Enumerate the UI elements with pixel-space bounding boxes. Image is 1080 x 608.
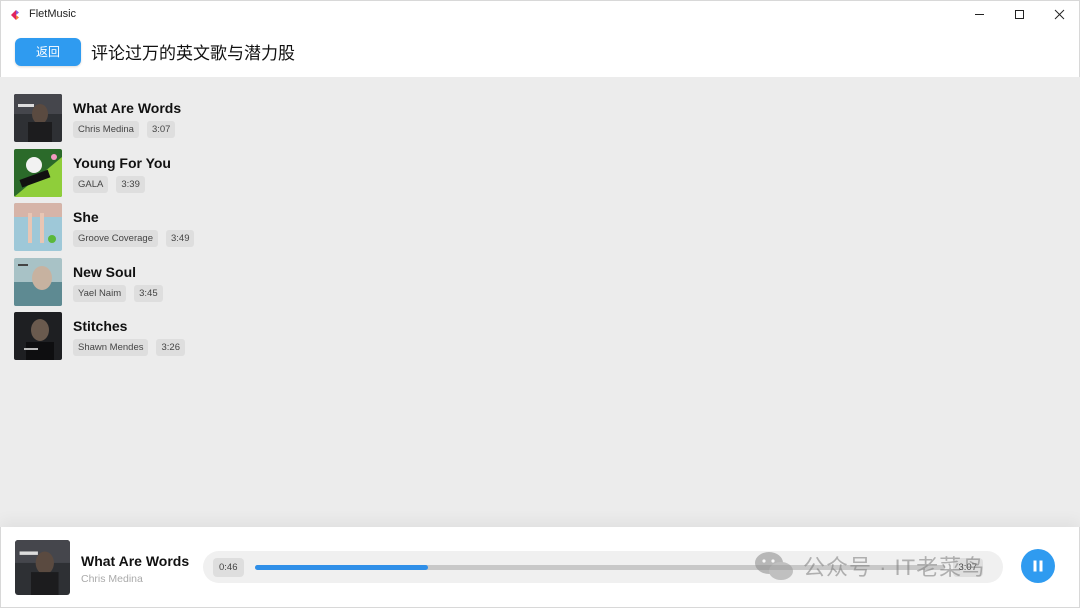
song-list: What Are Words Chris Medina 3:07 Young F…: [14, 94, 202, 367]
song-title: Stitches: [73, 318, 128, 334]
song-item[interactable]: New Soul Yael Naim 3:45: [14, 257, 202, 313]
now-playing-title: What Are Words: [81, 553, 190, 569]
duration-tag: 3:45: [134, 284, 163, 302]
song-item[interactable]: Young For You GALA 3:39: [14, 148, 202, 204]
duration-tag: 3:26: [156, 339, 185, 356]
progress-slider[interactable]: [255, 565, 945, 570]
maximize-button[interactable]: [999, 1, 1039, 27]
album-cover: [14, 312, 62, 360]
artist-tag: Groove Coverage: [73, 230, 158, 247]
song-title: What Are Words: [73, 100, 182, 116]
artist-tag: GALA: [73, 175, 109, 193]
album-cover: [14, 203, 62, 251]
pause-icon: [1033, 560, 1043, 572]
minimize-icon: [974, 13, 984, 15]
flet-logo-icon: [9, 8, 21, 20]
artist-tag: Yael Naim: [73, 284, 127, 302]
song-title: Young For You: [73, 154, 171, 171]
artist-tag: Chris Medina: [73, 121, 139, 138]
close-button[interactable]: [1039, 1, 1079, 27]
song-title: She: [73, 209, 99, 225]
current-time: 0:46: [213, 558, 244, 577]
maximize-icon: [1014, 9, 1024, 19]
album-cover: [14, 257, 62, 306]
now-playing-artist: Chris Medina: [81, 573, 143, 585]
album-cover: [14, 148, 62, 197]
album-cover: [14, 94, 62, 142]
song-item[interactable]: She Groove Coverage 3:49: [14, 203, 202, 258]
song-item[interactable]: Stitches Shawn Mendes 3:26: [14, 312, 202, 367]
duration-tag: 3:39: [116, 175, 145, 193]
player-bar: What Are Words Chris Medina 0:46 3:07 公众…: [0, 527, 1080, 608]
song-title: New Soul: [73, 263, 137, 280]
duration-tag: 3:49: [165, 230, 195, 247]
page-title: 评论过万的英文歌与潜力股: [91, 44, 295, 63]
now-playing-cover: [15, 540, 70, 595]
song-item[interactable]: What Are Words Chris Medina 3:07: [14, 94, 202, 149]
close-icon: [1054, 9, 1064, 19]
page-header: 返回 评论过万的英文歌与潜力股: [0, 26, 1080, 77]
back-button[interactable]: 返回: [15, 37, 81, 66]
progress-container: 0:46 3:07: [203, 551, 1003, 583]
window-titlebar: FletMusic: [0, 0, 1080, 26]
minimize-button[interactable]: [959, 1, 999, 27]
window-title: FletMusic: [29, 7, 77, 20]
total-time: 3:07: [952, 558, 983, 577]
duration-tag: 3:07: [146, 121, 176, 138]
progress-fill: [255, 565, 428, 570]
pause-button[interactable]: [1021, 549, 1055, 583]
artist-tag: Shawn Mendes: [73, 339, 149, 356]
